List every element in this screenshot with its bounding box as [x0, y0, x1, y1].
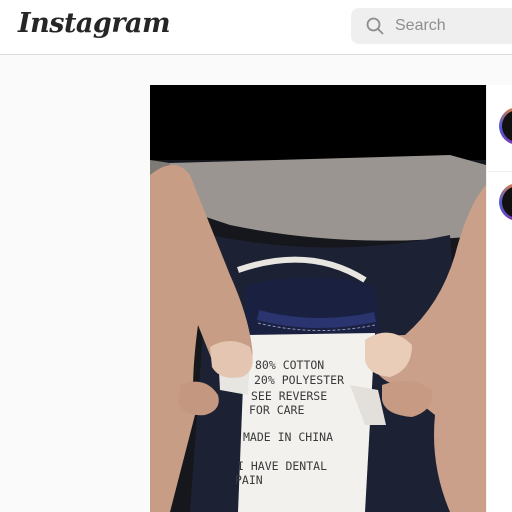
label-line: SEE REVERSE — [251, 389, 327, 403]
label-line: MADE IN CHINA — [243, 430, 333, 444]
label-line: I HAVE DENTAL — [237, 459, 327, 473]
label-line: FOR CARE — [249, 403, 304, 417]
post-image[interactable]: 80% COTTON 20% POLYESTER SEE REVERSE FOR… — [150, 85, 486, 512]
search-input[interactable]: Search — [395, 17, 446, 35]
label-line: 20% POLYESTER — [254, 373, 344, 387]
comments-panel — [486, 85, 512, 512]
instagram-logo[interactable]: Instagram — [18, 8, 171, 39]
search-icon — [366, 17, 384, 35]
post-photo: 80% COTTON 20% POLYESTER SEE REVERSE FOR… — [150, 85, 486, 512]
top-navigation-bar: Instagram Search — [0, 0, 512, 55]
label-line: 80% COTTON — [255, 358, 324, 372]
search-box[interactable]: Search — [351, 8, 512, 44]
divider — [487, 171, 512, 172]
label-line: PAIN — [235, 473, 263, 487]
